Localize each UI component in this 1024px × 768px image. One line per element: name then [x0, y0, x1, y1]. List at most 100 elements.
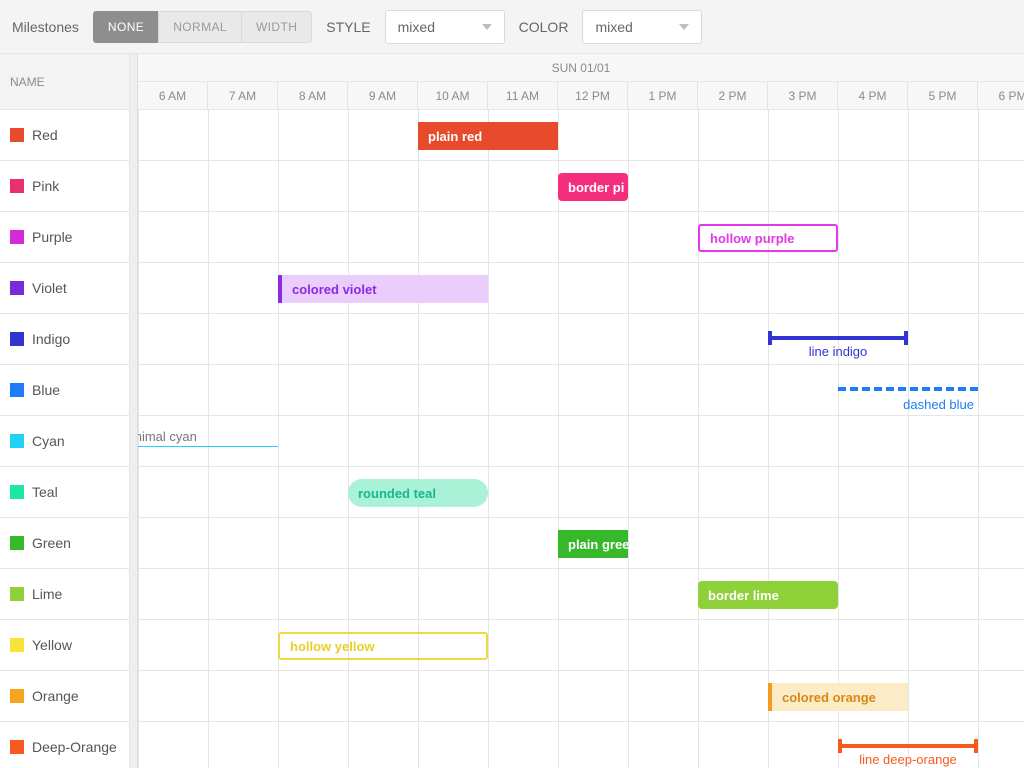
resource-name: Red: [32, 127, 58, 143]
event-bar[interactable]: line deep-orange: [838, 744, 978, 748]
column-resize-handle[interactable]: [130, 54, 138, 768]
timeline-row[interactable]: minimal cyan: [138, 416, 1024, 467]
timeline-row[interactable]: dashed blue: [138, 365, 1024, 416]
event-bar[interactable]: plain red: [418, 122, 558, 150]
event-label: minimal cyan: [138, 429, 197, 444]
gridlines: [138, 110, 1024, 160]
hour-header-cell: 6 PM: [978, 82, 1024, 109]
gridlines: [138, 263, 1024, 313]
event-label: line indigo: [809, 344, 868, 359]
timeline-row[interactable]: plain gree: [138, 518, 1024, 569]
resource-row-label[interactable]: Teal: [0, 467, 129, 518]
resource-row-label[interactable]: Pink: [0, 161, 129, 212]
color-swatch: [10, 740, 24, 754]
resource-name: Pink: [32, 178, 59, 194]
color-select-value: mixed: [595, 19, 632, 35]
event-bar[interactable]: minimal cyan: [138, 446, 278, 447]
color-swatch: [10, 281, 24, 295]
timeline-rows: plain redborder pi hollow purple colored v…: [138, 110, 1024, 768]
style-label: STYLE: [326, 19, 370, 35]
toolbar: Milestones NONE NORMAL WIDTH STYLE mixed…: [0, 0, 1024, 54]
hour-header-cell: 9 AM: [348, 82, 418, 109]
resource-row-label[interactable]: Red: [0, 110, 129, 161]
event-bar[interactable]: colored violet: [278, 275, 488, 303]
resource-row-label[interactable]: Orange: [0, 671, 129, 722]
resource-row-label[interactable]: Blue: [0, 365, 129, 416]
event-bar[interactable]: hollow yellow: [278, 632, 488, 660]
milestones-btn-normal[interactable]: NORMAL: [158, 11, 242, 43]
resource-row-label[interactable]: Lime: [0, 569, 129, 620]
resource-name: Lime: [32, 586, 62, 602]
resource-row-label[interactable]: Violet: [0, 263, 129, 314]
event-bar[interactable]: colored orange: [768, 683, 908, 711]
resource-row-label[interactable]: Purple: [0, 212, 129, 263]
event-bar[interactable]: hollow purple: [698, 224, 838, 252]
resource-name: Yellow: [32, 637, 72, 653]
resource-row-label[interactable]: Indigo: [0, 314, 129, 365]
name-column: NAME Red Pink Purple Violet Indigo Blue Cyan Te…: [0, 54, 130, 768]
timeline-row[interactable]: rounded teal: [138, 467, 1024, 518]
color-swatch: [10, 485, 24, 499]
hour-header-cell: 10 AM: [418, 82, 488, 109]
timeline-row[interactable]: hollow purple: [138, 212, 1024, 263]
event-bar[interactable]: rounded teal: [348, 479, 488, 507]
event-bar[interactable]: border lime: [698, 581, 838, 609]
timeline-row[interactable]: line indigo: [138, 314, 1024, 365]
timeline-row[interactable]: plain red: [138, 110, 1024, 161]
milestones-btn-width[interactable]: WIDTH: [241, 11, 312, 43]
hour-header-cell: 8 AM: [278, 82, 348, 109]
gridlines: [138, 416, 1024, 466]
resource-name: Purple: [32, 229, 72, 245]
resource-row-label[interactable]: Cyan: [0, 416, 129, 467]
color-swatch: [10, 128, 24, 142]
name-column-header: NAME: [0, 54, 129, 110]
timeline-row[interactable]: colored orange: [138, 671, 1024, 722]
event-bar[interactable]: plain gree: [558, 530, 628, 558]
toolbar-title: Milestones: [12, 19, 79, 35]
resource-name: Indigo: [32, 331, 70, 347]
resource-name: Green: [32, 535, 71, 551]
resource-name: Teal: [32, 484, 58, 500]
timeline-row[interactable]: border pi: [138, 161, 1024, 212]
resource-row-label[interactable]: Green: [0, 518, 129, 569]
style-select[interactable]: mixed: [385, 10, 505, 44]
gridlines: [138, 620, 1024, 670]
milestones-btn-none[interactable]: NONE: [93, 11, 159, 43]
resource-name: Violet: [32, 280, 67, 296]
timeline-row[interactable]: hollow yellow: [138, 620, 1024, 671]
hour-header-cell: 5 PM: [908, 82, 978, 109]
color-swatch: [10, 179, 24, 193]
milestones-toggle: NONE NORMAL WIDTH: [93, 11, 312, 43]
event-bar[interactable]: border pi: [558, 173, 628, 201]
event-label: dashed blue: [903, 397, 974, 412]
hour-header-cell: 7 AM: [208, 82, 278, 109]
resource-row-label[interactable]: Deep-Orange: [0, 722, 129, 768]
timeline-row[interactable]: line deep-orange: [138, 722, 1024, 768]
color-swatch: [10, 230, 24, 244]
resource-name: Deep-Orange: [32, 739, 117, 755]
event-bar[interactable]: line indigo: [768, 336, 908, 340]
color-swatch: [10, 383, 24, 397]
hour-header-cell: 2 PM: [698, 82, 768, 109]
color-swatch: [10, 587, 24, 601]
hour-header-cell: 11 AM: [488, 82, 558, 109]
event-label: line deep-orange: [859, 752, 957, 767]
resource-name: Cyan: [32, 433, 65, 449]
color-swatch: [10, 689, 24, 703]
hour-header-cell: 1 PM: [628, 82, 698, 109]
gridlines: [138, 569, 1024, 619]
color-select[interactable]: mixed: [582, 10, 702, 44]
color-label: COLOR: [519, 19, 569, 35]
schedule-grid: NAME Red Pink Purple Violet Indigo Blue Cyan Te…: [0, 54, 1024, 768]
resource-row-label[interactable]: Yellow: [0, 620, 129, 671]
hour-header-cell: 6 AM: [138, 82, 208, 109]
style-select-value: mixed: [398, 19, 435, 35]
timeline-row[interactable]: border lime: [138, 569, 1024, 620]
timeline-row[interactable]: colored violet: [138, 263, 1024, 314]
event-bar[interactable]: dashed blue: [838, 387, 978, 391]
timeline-panel[interactable]: SUN 01/01 6 AM7 AM8 AM9 AM10 AM11 AM12 P…: [138, 54, 1024, 768]
hour-header-cell: 4 PM: [838, 82, 908, 109]
date-header: SUN 01/01: [138, 54, 1024, 82]
color-swatch: [10, 332, 24, 346]
gridlines: [138, 212, 1024, 262]
